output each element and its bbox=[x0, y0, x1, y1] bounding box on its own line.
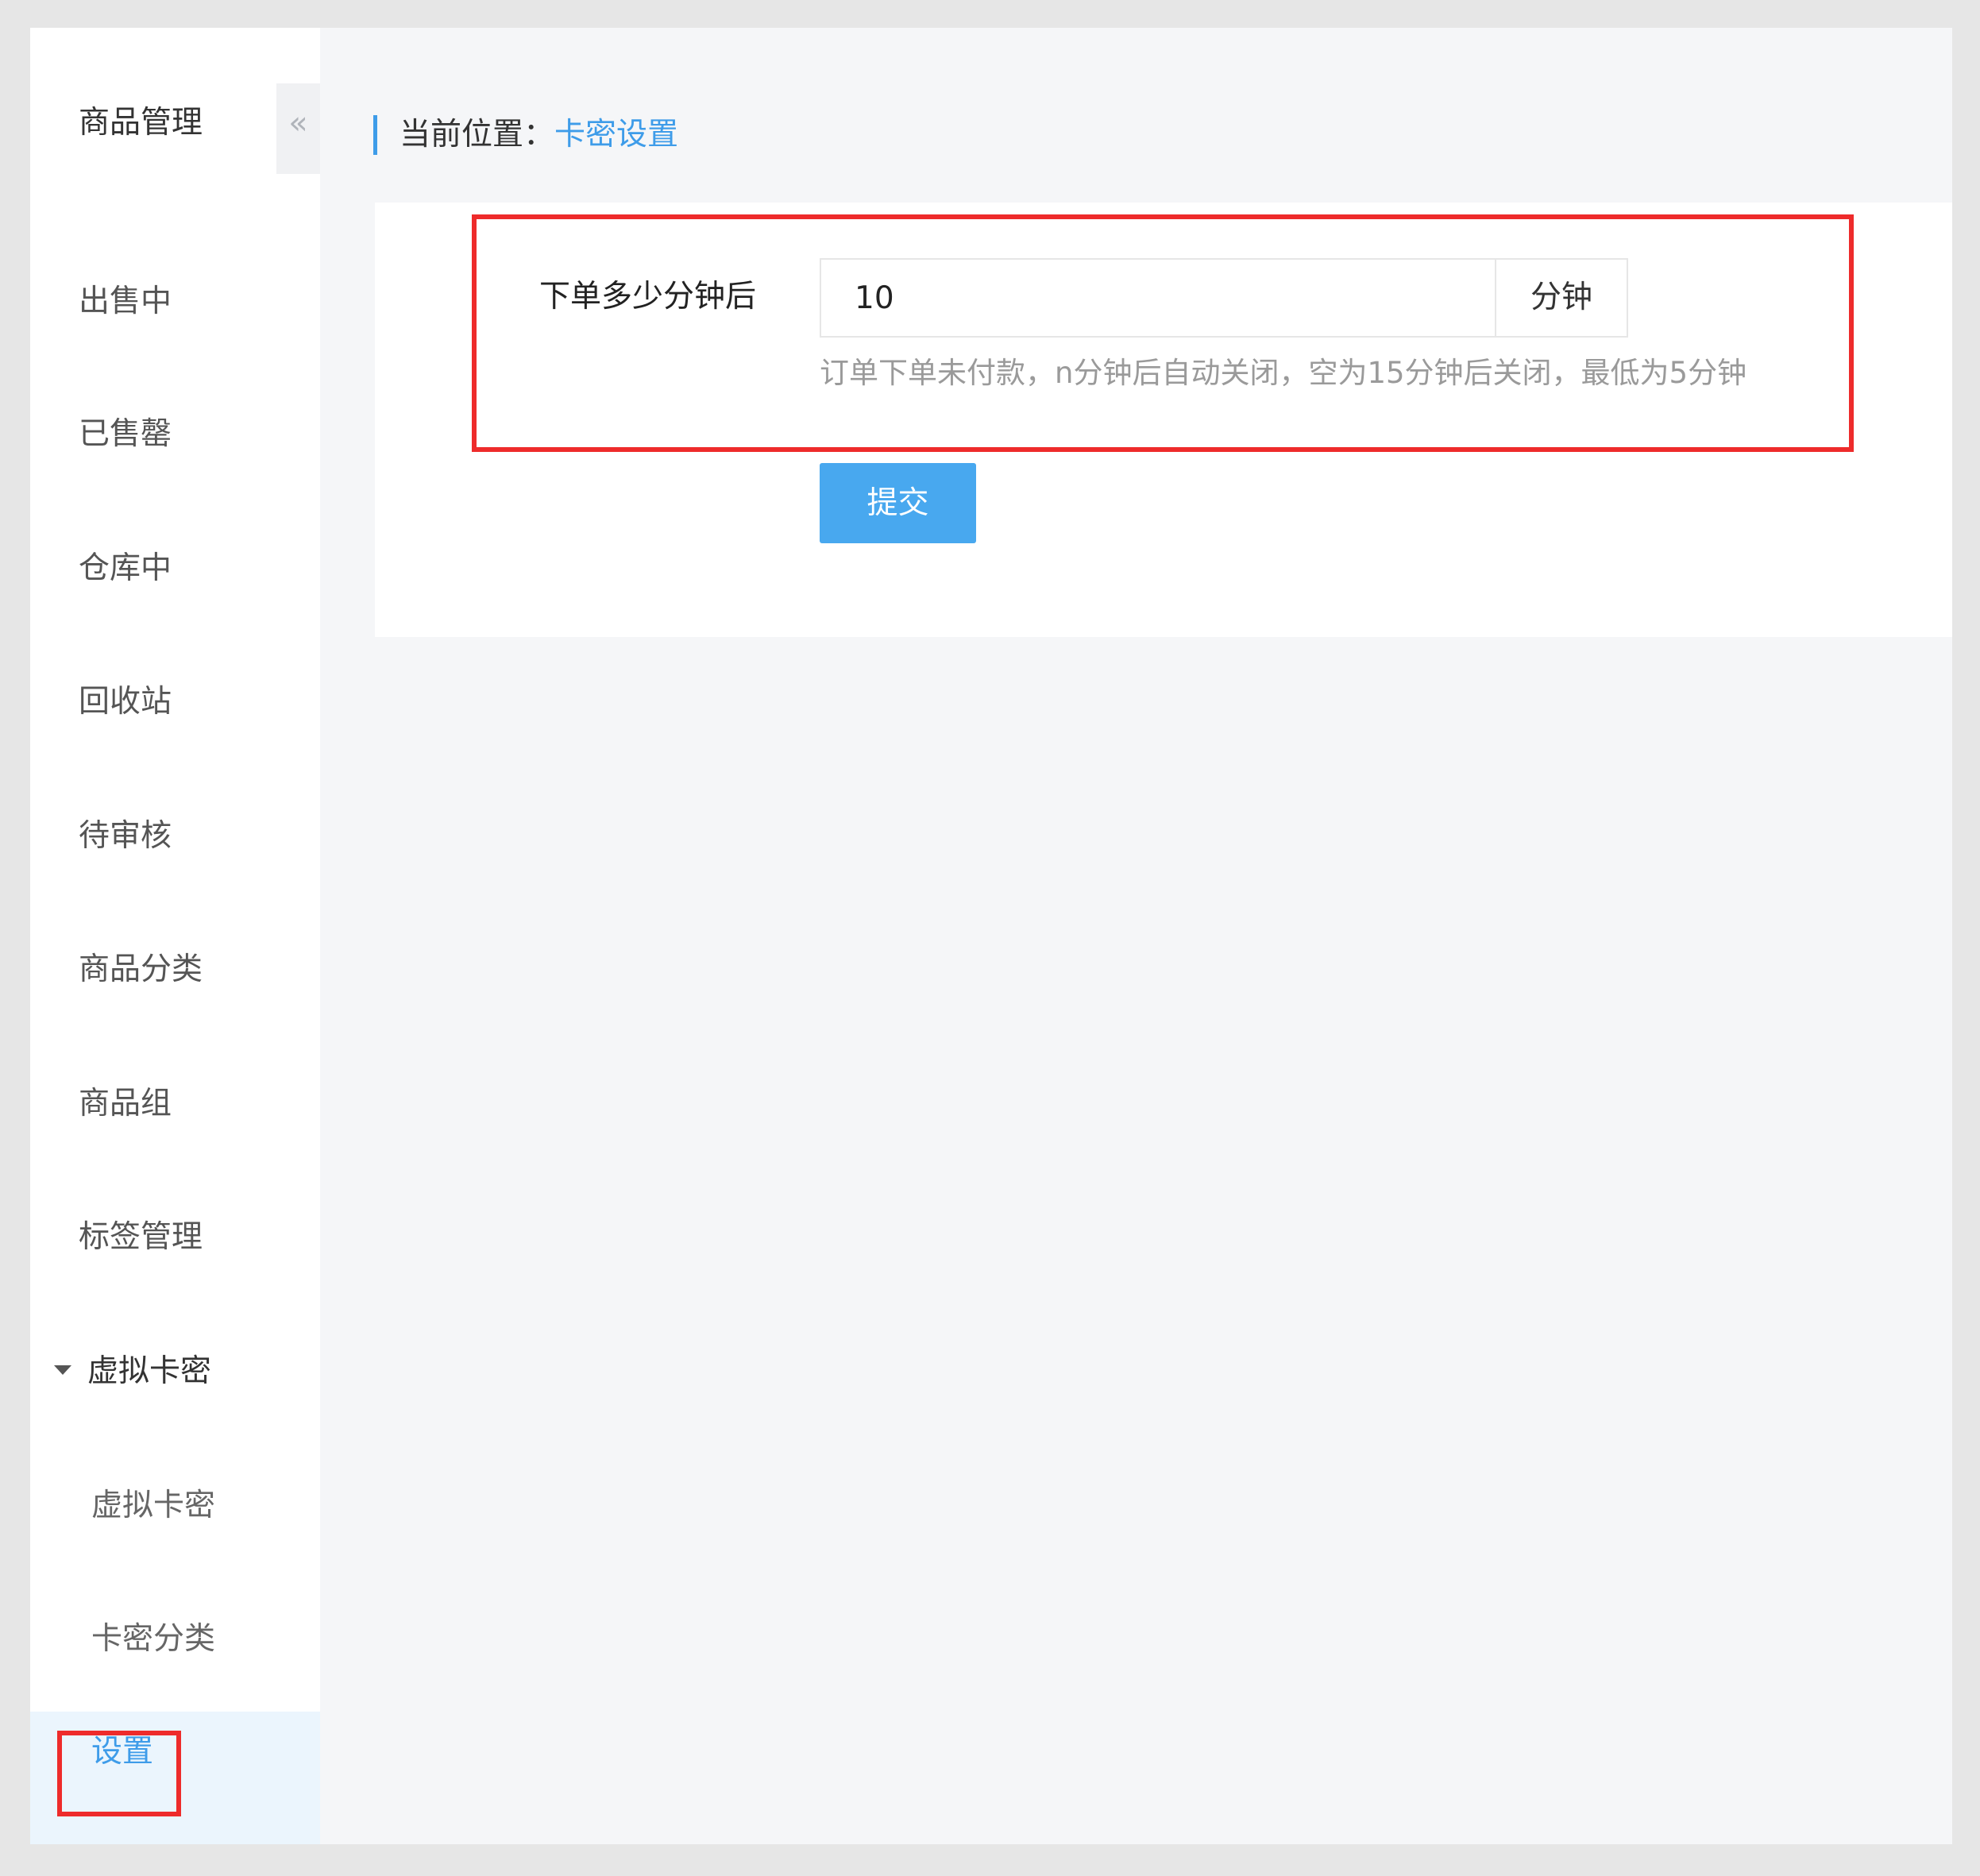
sidebar-subitem-virtual-cards[interactable]: 虚拟卡密 bbox=[91, 1486, 215, 1526]
sidebar-item-product-groups[interactable]: 商品组 bbox=[79, 1084, 172, 1124]
sidebar: 商品管理 出售中 已售罄 仓库中 回收站 待审核 商品分类 商品组 标签管理 虚… bbox=[30, 28, 320, 1844]
sidebar-title: 商品管理 bbox=[79, 105, 203, 141]
sidebar-group-virtual-cards[interactable]: 虚拟卡密 bbox=[54, 1352, 211, 1392]
sidebar-item-on-sale[interactable]: 出售中 bbox=[79, 282, 172, 322]
sidebar-item-pending-review[interactable]: 待审核 bbox=[79, 816, 172, 856]
sidebar-item-warehouse[interactable]: 仓库中 bbox=[79, 549, 172, 589]
submit-button[interactable]: 提交 bbox=[820, 463, 976, 543]
sidebar-item-recycle-bin[interactable]: 回收站 bbox=[79, 682, 172, 722]
settings-highlight-box bbox=[57, 1731, 181, 1816]
breadcrumb-accent-bar bbox=[373, 115, 377, 155]
sidebar-item-categories[interactable]: 商品分类 bbox=[79, 950, 203, 990]
minutes-help-text: 订单下单未付款，n分钟后自动关闭，空为15分钟后关闭，最低为5分钟 bbox=[820, 356, 1747, 390]
sidebar-item-tags[interactable]: 标签管理 bbox=[79, 1218, 203, 1257]
breadcrumb: 当前位置：卡密设置 bbox=[373, 115, 678, 155]
minutes-input[interactable] bbox=[820, 258, 1495, 338]
breadcrumb-current: 卡密设置 bbox=[554, 117, 679, 152]
sidebar-subitem-card-categories[interactable]: 卡密分类 bbox=[91, 1619, 215, 1659]
sidebar-group-label: 虚拟卡密 bbox=[87, 1353, 212, 1389]
breadcrumb-prefix: 当前位置： bbox=[399, 117, 555, 152]
app-frame: 商品管理 出售中 已售罄 仓库中 回收站 待审核 商品分类 商品组 标签管理 虚… bbox=[30, 28, 1952, 1844]
minutes-field-label: 下单多少分钟后 bbox=[539, 279, 757, 315]
caret-down-icon bbox=[54, 1365, 71, 1375]
sidebar-item-sold-out[interactable]: 已售罄 bbox=[79, 415, 172, 454]
collapse-sidebar-icon[interactable]: « bbox=[276, 83, 320, 174]
minutes-unit-addon: 分钟 bbox=[1495, 258, 1628, 338]
